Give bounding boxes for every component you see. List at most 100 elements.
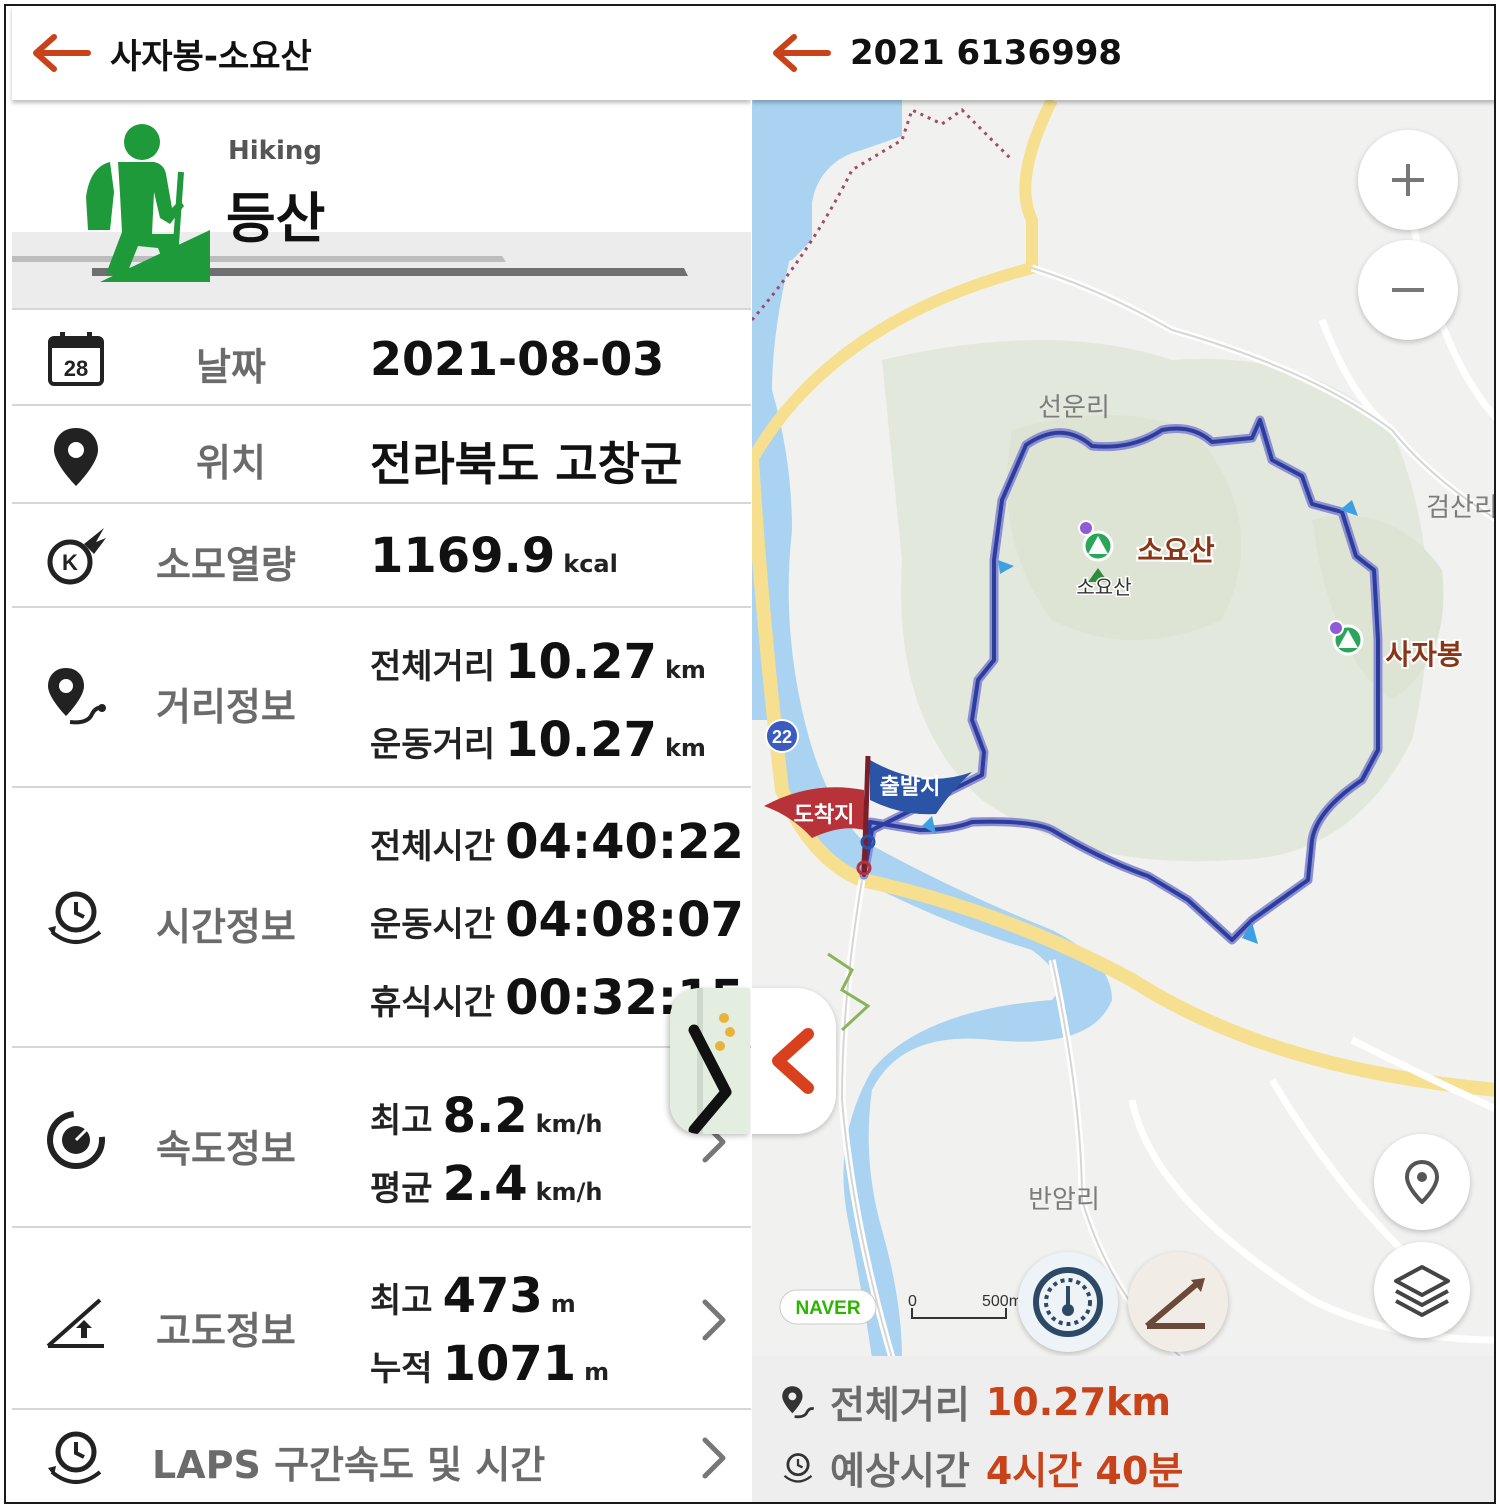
max-altitude-line: 최고 473 m [370, 1268, 576, 1324]
back-arrow-icon[interactable] [32, 33, 92, 73]
total-distance-unit: km [664, 656, 706, 684]
avg-speed-unit: km/h [535, 1178, 603, 1206]
laps-icon [48, 1431, 102, 1484]
altitude-label: 고도정보 [156, 1309, 296, 1353]
layers-button[interactable] [1374, 1242, 1470, 1338]
zoom-out-icon [1392, 288, 1424, 292]
cum-altitude-value: 1071 [442, 1336, 577, 1392]
max-speed-value: 8.2 [442, 1088, 528, 1144]
calories-row: K 소모열량 1169.9 kcal [12, 502, 751, 606]
peak-label-soyosan: 소요산 [1137, 534, 1215, 567]
avg-speed-value: 2.4 [442, 1156, 528, 1212]
date-row: 28 날짜 2021-08-03 [12, 308, 751, 406]
left-header: 사자봉-소요산 [12, 6, 751, 100]
max-altitude-label: 최고 [370, 1281, 433, 1321]
svg-text:K: K [62, 550, 78, 575]
moving-distance-label: 운동거리 [370, 725, 496, 765]
summary-time-label: 예상시간 [830, 1449, 970, 1493]
summary-time: 예상시간 4시간 40분 [780, 1440, 1183, 1495]
route-title: 사자봉-소요산 [110, 36, 312, 77]
summary-distance: 전체거리 10.27km [780, 1374, 1171, 1429]
date-value: 2021-08-03 [370, 332, 665, 386]
distance-label: 거리정보 [156, 685, 296, 729]
summary-distance-value: 10.27km [985, 1379, 1171, 1424]
calorie-icon: K [47, 528, 106, 585]
calories-line: 1169.9 kcal [370, 528, 618, 584]
max-speed-line: 최고 8.2 km/h [370, 1088, 602, 1144]
summary-time-value: 4시간 40분 [985, 1449, 1184, 1493]
map-toggle-thumbnail[interactable] [670, 988, 750, 1134]
speed-icon [47, 1111, 105, 1169]
elevation-graph-button[interactable] [1128, 1252, 1228, 1352]
my-location-button[interactable] [1374, 1134, 1470, 1230]
laps-label: LAPS 구간속도 및 시간 [152, 1443, 546, 1487]
activity-banner: Hiking 등산 [12, 102, 751, 308]
altitude-icon [46, 1298, 104, 1348]
naver-logo: NAVER [795, 1298, 860, 1319]
total-distance-value: 10.27 [505, 634, 657, 690]
max-altitude-value: 473 [442, 1268, 543, 1324]
right-header: 2021 6136998 [752, 6, 1494, 100]
location-pin-icon [54, 428, 98, 486]
avg-speed-label: 평균 [370, 1169, 433, 1209]
max-altitude-unit: m [550, 1290, 576, 1318]
scale-label: 500m [982, 1293, 1022, 1310]
date-label: 날짜 [196, 345, 266, 389]
cum-altitude-line: 누적 1071 m [370, 1336, 609, 1392]
location-label: 위치 [196, 441, 266, 485]
altitude-row[interactable]: 고도정보 최고 473 m 누적 1071 m [12, 1226, 751, 1410]
calories-label: 소모열량 [156, 543, 296, 587]
moving-time-line: 운동시간 04:08:07 [370, 892, 744, 948]
rest-time-label: 휴식시간 [370, 983, 496, 1023]
time-row: 시간정보 전체시간 04:40:22 운동시간 04:08:07 휴식시간 00:32… [12, 786, 751, 1048]
speed-row[interactable]: 속도정보 최고 8.2 km/h 평균 2.4 km/h [12, 1046, 751, 1228]
start-flag-label: 출발지 [880, 775, 941, 800]
distance-icon [782, 1385, 815, 1418]
zoom-in-icon [1392, 164, 1424, 196]
calories-unit: kcal [563, 550, 618, 578]
track-title: 2021 6136998 [850, 33, 1123, 73]
total-distance-line: 전체거리 10.27 km [370, 634, 706, 690]
chevron-right-icon[interactable] [699, 1436, 729, 1480]
time-icon [783, 1452, 813, 1483]
activity-detail-panel: 사자봉-소요산 Hiking 등산 28 날짜 2021-08-03 위치 전라… [6, 6, 751, 1502]
max-speed-label: 최고 [370, 1101, 433, 1141]
peak-label-sajabong: 사자봉 [1385, 638, 1462, 671]
activity-category-ko: 등산 [226, 187, 326, 250]
hiker-icon [86, 124, 210, 282]
speedometer-icon [1033, 1267, 1103, 1337]
total-distance-label: 전체거리 [370, 647, 496, 687]
end-flag-label: 도착지 [794, 803, 855, 828]
route-number-badge: 22 [772, 727, 792, 747]
moving-distance-unit: km [664, 734, 706, 762]
chevron-left-icon [772, 1028, 814, 1094]
my-location-icon [1404, 1160, 1440, 1204]
cum-altitude-unit: m [584, 1358, 610, 1386]
moving-distance-value: 10.27 [505, 712, 657, 768]
calendar-day: 28 [64, 356, 88, 381]
cum-altitude-label: 누적 [370, 1349, 433, 1389]
avg-speed-line: 평균 2.4 km/h [370, 1156, 602, 1212]
zoom-out-button[interactable] [1358, 240, 1458, 340]
back-arrow-icon[interactable] [772, 33, 832, 73]
location-value: 전라북도 고창군 [370, 437, 683, 491]
laps-row[interactable]: LAPS 구간속도 및 시간 [12, 1408, 751, 1502]
mini-map [670, 988, 750, 1134]
elevation-icon [1145, 1278, 1205, 1329]
collapse-panel-button[interactable] [752, 988, 836, 1134]
peak-label-soyosan-small: 소요산 [1076, 575, 1131, 599]
max-speed-unit: km/h [535, 1110, 603, 1138]
chevron-right-icon[interactable] [699, 1298, 729, 1342]
moving-distance-line: 운동거리 10.27 km [370, 712, 706, 768]
layers-icon [1394, 1265, 1450, 1317]
zoom-in-button[interactable] [1358, 130, 1458, 230]
location-row: 위치 전라북도 고창군 [12, 404, 751, 502]
summary-distance-label: 전체거리 [830, 1383, 970, 1427]
place-label-seonun: 선운리 [1038, 393, 1110, 423]
speed-label: 속도정보 [156, 1127, 296, 1171]
moving-time-value: 04:08:07 [505, 892, 744, 948]
activity-category-en: Hiking [228, 136, 322, 166]
time-icon [48, 891, 102, 944]
speed-graph-button[interactable] [1018, 1252, 1118, 1352]
total-time-label: 전체시간 [370, 827, 496, 867]
